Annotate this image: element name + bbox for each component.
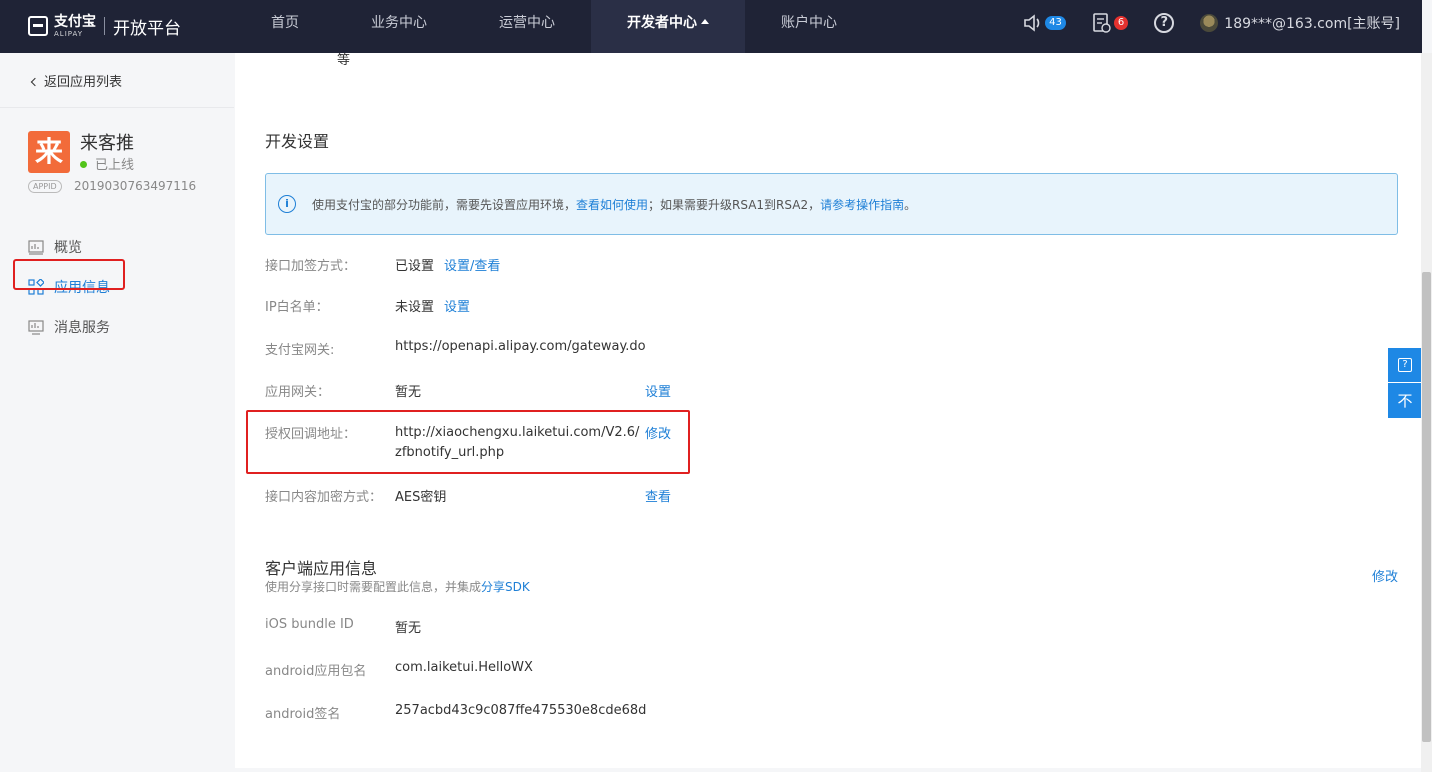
app-name: 来客推 (80, 133, 134, 154)
share-sdk-link[interactable]: 分享SDK (481, 580, 530, 594)
client-info-desc: 使用分享接口时需要配置此信息，并集成分享SDK (265, 578, 530, 595)
cut-off-text: 等 (337, 53, 351, 68)
main-content: 等 开发设置 i 使用支付宝的部分功能前，需要先设置应用环境， 查看如何使用 ；… (235, 53, 1421, 768)
document-clock-icon (1093, 13, 1111, 33)
chevron-left-icon (30, 77, 40, 87)
nav-developer-label: 开发者中心 (627, 15, 697, 31)
user-menu[interactable]: 189***@163.com[主账号] (1200, 13, 1400, 33)
nav-business[interactable]: 业务中心 (335, 0, 463, 53)
top-nav: 首页 业务中心 运营中心 开发者中心 账户中心 (235, 0, 873, 53)
alipay-gateway-label: 支付宝网关: (265, 343, 335, 358)
app-gateway-value: 暂无 (395, 385, 422, 400)
client-info-desc-text: 使用分享接口时需要配置此信息，并集成 (265, 580, 482, 594)
android-signature-row: android签名 257acbd43c9c087ffe475530e8cde6… (265, 703, 646, 722)
ip-whitelist-row: IP白名单： 未设置 设置 (265, 296, 470, 315)
android-signature-value: 257acbd43c9c087ffe475530e8cde68d (395, 703, 647, 718)
logo-en: ALIPAY (54, 29, 84, 38)
highlight-box-callback (246, 410, 690, 474)
announcements-button[interactable]: 43 (1023, 14, 1066, 32)
ip-whitelist-value: 未设置 (395, 300, 435, 315)
info-text-2: ；如果需要升级RSA1到RSA2， (648, 197, 821, 212)
client-info-edit-link[interactable]: 修改 (1372, 566, 1398, 585)
alipay-logo-icon (28, 16, 48, 36)
appid-tag: APPID (28, 180, 62, 193)
encryption-value: AES密钥 (395, 490, 447, 505)
app-gateway-row: 应用网关： 暂无 (265, 381, 421, 400)
client-info-title: 客户端应用信息 (265, 559, 378, 578)
sidebar: 返回应用列表 来 来客推 已上线 APPID 2019030763497116 … (0, 53, 234, 772)
highlight-box (13, 259, 125, 290)
appid-value: 2019030763497116 (74, 179, 197, 193)
ip-whitelist-label: IP白名单： (265, 300, 329, 315)
info-icon: i (278, 195, 296, 213)
float-help-button[interactable]: ? (1388, 348, 1422, 382)
alipay-logo[interactable]: 支付宝 ALIPAY 开放平台 (28, 12, 181, 40)
ip-whitelist-setup-link[interactable]: 设置 (444, 296, 470, 315)
messages-button[interactable]: 6 (1092, 13, 1129, 33)
sidebar-item-messages[interactable]: 消息服务 (28, 307, 228, 347)
header-actions: 43 6 ? 189***@163.com[主账号] (1023, 0, 1400, 46)
sidebar-divider (0, 107, 234, 108)
messages-badge: 6 (1113, 16, 1129, 30)
sign-method-label: 接口加签方式： (265, 259, 357, 274)
nav-account[interactable]: 账户中心 (745, 0, 873, 53)
status-dot-icon (80, 161, 87, 168)
info-text-3: 。 (904, 197, 917, 212)
back-to-app-list[interactable]: 返回应用列表 (30, 71, 123, 90)
back-label: 返回应用列表 (44, 75, 123, 90)
status-label: 已上线 (95, 158, 135, 173)
scrollbar-thumb[interactable] (1422, 272, 1431, 742)
encryption-row: 接口内容加密方式： AES密钥 (265, 486, 446, 505)
speaker-icon (1024, 14, 1040, 32)
sidebar-item-label: 消息服务 (54, 320, 110, 336)
question-icon: ? (1398, 358, 1412, 372)
ios-bundle-label: iOS bundle ID (265, 617, 354, 632)
ios-bundle-row: iOS bundle ID 暂无 (265, 617, 421, 636)
nav-home[interactable]: 首页 (235, 0, 335, 53)
sign-method-value: 已设置 (395, 259, 435, 274)
top-header: 支付宝 ALIPAY 开放平台 首页 业务中心 运营中心 开发者中心 账户中心 … (0, 0, 1422, 53)
android-signature-label: android签名 (265, 707, 341, 722)
avatar (1200, 14, 1219, 32)
alipay-gateway-value: https://openapi.alipay.com/gateway.do (395, 339, 646, 354)
help-button[interactable]: ? (1154, 13, 1175, 33)
sign-method-setup-link[interactable]: 设置/查看 (444, 255, 500, 274)
app-status: 已上线 (80, 154, 134, 173)
dev-settings-title: 开发设置 (265, 132, 330, 151)
announcements-badge: 43 (1045, 16, 1066, 30)
sidebar-item-label: 概览 (54, 240, 82, 256)
info-text-1: 使用支付宝的部分功能前，需要先设置应用环境， (312, 197, 577, 212)
encryption-label: 接口内容加密方式： (265, 490, 383, 505)
app-gateway-setup-link[interactable]: 设置 (645, 381, 671, 400)
monitor-icon (28, 320, 44, 335)
logo-divider (104, 17, 105, 35)
app-gateway-label: 应用网关： (265, 385, 331, 400)
sign-method-row: 接口加签方式： 已设置 设置/查看 (265, 255, 500, 274)
chart-icon (28, 240, 44, 255)
android-package-row: android应用包名 com.laiketui.HelloWX (265, 660, 533, 679)
user-account: 189***@163.com[主账号] (1224, 16, 1400, 32)
nav-developer[interactable]: 开发者中心 (591, 0, 745, 53)
android-package-value: com.laiketui.HelloWX (395, 660, 533, 675)
platform-title: 开放平台 (113, 18, 181, 39)
info-banner: i 使用支付宝的部分功能前，需要先设置应用环境， 查看如何使用 ；如果需要升级R… (265, 173, 1398, 235)
help-icon: ? (1154, 13, 1175, 33)
logo-cn: 支付宝 (54, 13, 96, 30)
android-package-label: android应用包名 (265, 664, 367, 679)
operation-guide-link[interactable]: 请参考操作指南 (820, 196, 904, 213)
caret-up-icon (701, 19, 709, 24)
back-to-top-icon: 不 (1397, 392, 1413, 410)
how-to-use-link[interactable]: 查看如何使用 (576, 196, 648, 213)
nav-operations[interactable]: 运营中心 (463, 0, 591, 53)
app-logo: 来 (28, 131, 70, 173)
back-to-top-button[interactable]: 不 (1388, 383, 1422, 418)
ios-bundle-value: 暂无 (395, 621, 422, 636)
encryption-view-link[interactable]: 查看 (645, 486, 671, 505)
alipay-gateway-row: 支付宝网关: https://openapi.alipay.com/gatewa… (265, 339, 646, 358)
